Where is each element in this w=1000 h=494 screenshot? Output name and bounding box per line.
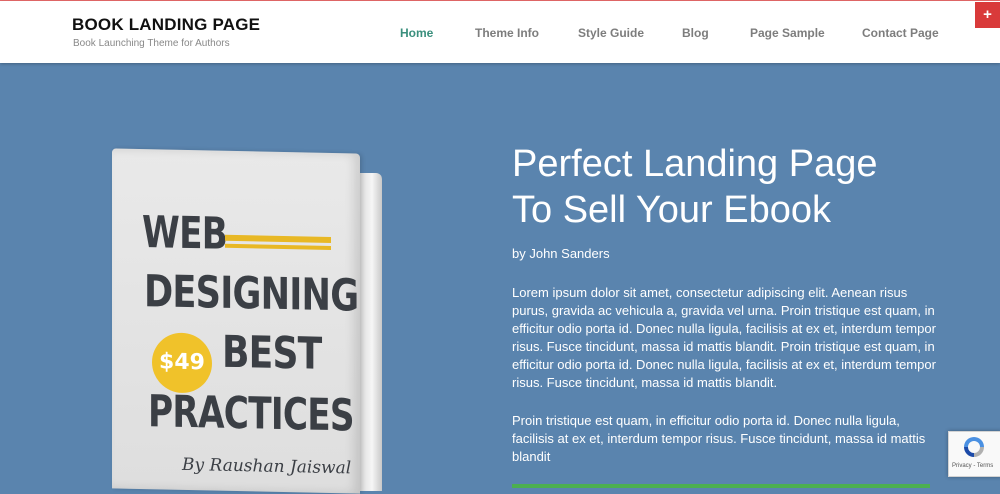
book-title-line-2: DESIGNING [144,266,359,322]
book-title-line-3: BEST [222,326,322,380]
hero-heading-line-1: Perfect Landing Page [512,143,878,185]
book-author: By Raushan Jaiswal [182,454,352,479]
book-accent-bar [225,234,331,243]
book-title-line-1: WEB [142,207,228,260]
nav-item-style-guide[interactable]: Style Guide [578,26,644,40]
book-cover: WEB DESIGNING $49 BEST PRACTICES By Raus… [112,148,360,494]
recaptcha-footer[interactable]: Privacy - Terms [952,463,993,469]
main-navigation: Home Theme Info Style Guide Blog Page Sa… [0,26,1000,42]
site-header: BOOK LANDING PAGE Book Launching Theme f… [0,1,1000,63]
nav-item-blog[interactable]: Blog [682,26,709,40]
nav-item-contact-page[interactable]: Contact Page [862,26,939,40]
hero-heading-line-2: To Sell Your Ebook [512,189,832,231]
hero-paragraph-1: Lorem ipsum dolor sit amet, consectetur … [512,285,936,390]
recaptcha-icon [964,437,984,457]
book-cover-image: WEB DESIGNING $49 BEST PRACTICES By Raus… [112,148,397,494]
nav-item-home[interactable]: Home [400,26,433,40]
nav-item-page-sample[interactable]: Page Sample [750,26,825,40]
hero-paragraph-2: Proin tristique est quam, in efficitur o… [512,413,926,464]
book-accent-bar [225,243,331,250]
book-title-line-4: PRACTICES [148,386,354,442]
plus-button[interactable]: + [975,2,1000,28]
book-price-badge: $49 [152,332,212,394]
buy-button[interactable] [512,484,930,488]
hero-heading: Perfect Landing Page To Sell Your Ebook [512,141,972,233]
recaptcha-badge[interactable]: Privacy - Terms [948,431,1000,477]
nav-item-theme-info[interactable]: Theme Info [475,26,539,40]
hero-section: WEB DESIGNING $49 BEST PRACTICES By Raus… [0,63,1000,494]
hero-byline: by John Sanders [512,246,610,261]
